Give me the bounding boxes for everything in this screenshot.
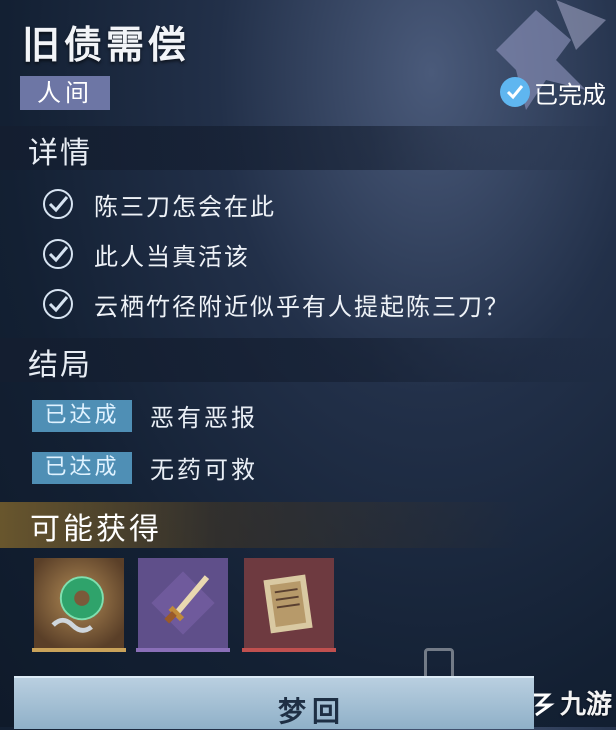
achieved-badge: 已达成 <box>32 451 132 484</box>
task-item: 此人当真活该 <box>40 236 250 272</box>
task-item: 陈三刀怎会在此 <box>40 186 276 222</box>
watermark: 九游 <box>528 684 612 721</box>
task-text: 云栖竹径附近似乎有人提起陈三刀？ <box>94 292 510 321</box>
dream-return-label[interactable]: 梦回 <box>278 690 346 730</box>
quest-title: 旧债需偿 <box>22 23 191 67</box>
reward-item-jade[interactable] <box>32 558 126 652</box>
rewards-heading: 可能获得 <box>30 512 162 547</box>
task-text: 此人当真活该 <box>94 242 250 271</box>
completed-check-icon <box>500 77 530 107</box>
ending-item: 已达成 恶有恶报 <box>32 398 258 433</box>
check-icon <box>43 289 73 319</box>
reward-item-dagger[interactable] <box>136 558 230 652</box>
ending-text: 恶有恶报 <box>150 404 258 432</box>
quest-status: 已完成 <box>500 74 606 110</box>
details-heading: 详情 <box>28 136 92 171</box>
scroll-book-icon <box>244 558 334 648</box>
dream-return-button[interactable] <box>14 676 534 729</box>
endings-heading: 结局 <box>28 348 92 383</box>
jade-pendant-icon <box>34 558 124 648</box>
status-label: 已完成 <box>534 80 606 109</box>
details-header-bar <box>0 126 616 170</box>
reward-item-scroll[interactable] <box>242 558 336 652</box>
watermark-text: 九游 <box>559 690 612 720</box>
quest-category-tag: 人间 <box>20 76 110 110</box>
task-item: 云栖竹径附近似乎有人提起陈三刀？ <box>40 286 510 322</box>
dagger-icon <box>138 558 228 648</box>
ending-text: 无药可救 <box>150 456 258 484</box>
ending-item: 已达成 无药可救 <box>32 450 258 485</box>
jiuyou-logo-icon <box>533 693 555 716</box>
check-icon <box>43 189 73 219</box>
check-icon <box>43 239 73 269</box>
achieved-badge: 已达成 <box>32 399 132 432</box>
endings-header-bar <box>0 338 616 382</box>
task-text: 陈三刀怎会在此 <box>94 192 276 221</box>
